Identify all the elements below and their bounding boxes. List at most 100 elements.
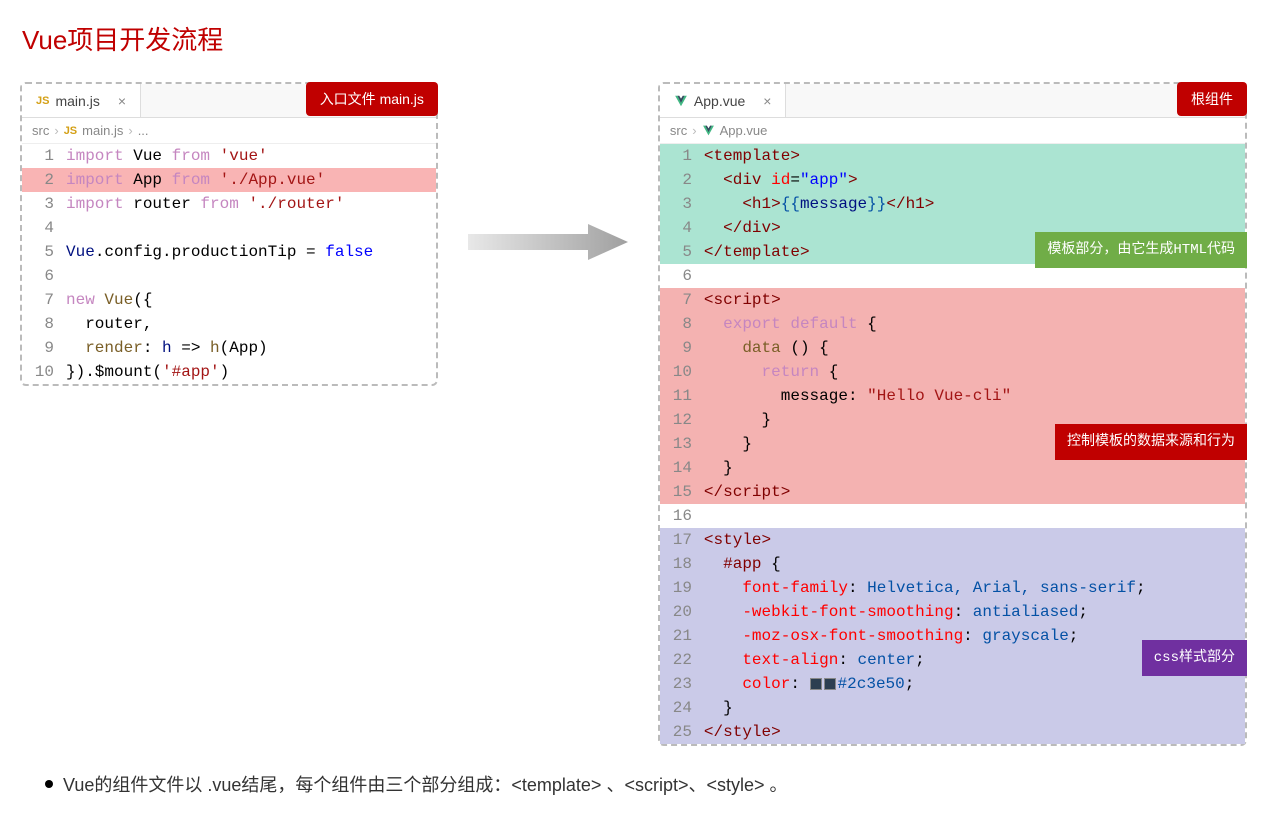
code-line: 1<template>: [660, 144, 1245, 168]
right-badge: 根组件: [1177, 82, 1247, 116]
code-line: 8 export default {: [660, 312, 1245, 336]
line-number: 25: [660, 720, 704, 744]
bullet-note: Vue的组件文件以 .vue结尾，每个组件由三个部分组成：<template> …: [20, 771, 1247, 797]
color-swatch-icon: [824, 678, 836, 690]
bc-item[interactable]: App.vue: [720, 123, 768, 138]
close-icon[interactable]: ×: [118, 93, 126, 109]
js-file-icon: JS: [36, 95, 49, 107]
line-number: 20: [660, 600, 704, 624]
bullet-text: Vue的组件文件以 .vue结尾，每个组件由三个部分组成：<template> …: [63, 771, 788, 797]
code-line: 19 font-family: Helvetica, Arial, sans-s…: [660, 576, 1245, 600]
line-content: message: "Hello Vue-cli": [704, 384, 1245, 408]
line-number: 9: [22, 336, 66, 360]
annotation-script: 控制模板的数据来源和行为: [1055, 424, 1247, 460]
code-line: 2 <div id="app">: [660, 168, 1245, 192]
tab-appvue[interactable]: App.vue ×: [660, 84, 787, 117]
tabbar: App.vue ×: [660, 84, 1245, 118]
code-line: 1import Vue from 'vue': [22, 144, 436, 168]
line-number: 17: [660, 528, 704, 552]
code-line: 5Vue.config.productionTip = false: [22, 240, 436, 264]
color-swatch-icon: [810, 678, 822, 690]
chevron-right-icon: ›: [54, 123, 58, 138]
code-area[interactable]: 模板部分，由它生成HTML代码 控制模板的数据来源和行为 css样式部分 1<t…: [660, 144, 1245, 744]
line-number: 8: [660, 312, 704, 336]
line-content: import Vue from 'vue': [66, 144, 436, 168]
line-number: 24: [660, 696, 704, 720]
line-number: 7: [660, 288, 704, 312]
close-icon[interactable]: ×: [763, 93, 771, 109]
line-number: 19: [660, 576, 704, 600]
line-number: 5: [660, 240, 704, 264]
code-line: 2import App from './App.vue': [22, 168, 436, 192]
breadcrumb: src › App.vue: [660, 118, 1245, 144]
line-number: 4: [660, 216, 704, 240]
line-content: import App from './App.vue': [66, 168, 436, 192]
line-number: 22: [660, 648, 704, 672]
line-content: router,: [66, 312, 436, 336]
arrow-icon: [468, 222, 628, 262]
page-title: Vue项目开发流程: [22, 20, 1247, 57]
line-number: 14: [660, 456, 704, 480]
line-content: data () {: [704, 336, 1245, 360]
line-content: <style>: [704, 528, 1245, 552]
tab-mainjs[interactable]: JS main.js ×: [22, 84, 141, 117]
line-number: 2: [22, 168, 66, 192]
vue-file-icon: [702, 124, 715, 137]
tab-label: App.vue: [694, 93, 745, 109]
line-content: return {: [704, 360, 1245, 384]
line-number: 4: [22, 216, 66, 240]
code-line: 8 router,: [22, 312, 436, 336]
line-number: 21: [660, 624, 704, 648]
line-number: 23: [660, 672, 704, 696]
line-number: 12: [660, 408, 704, 432]
code-line: 4: [22, 216, 436, 240]
line-number: 11: [660, 384, 704, 408]
line-content: Vue.config.productionTip = false: [66, 240, 436, 264]
line-number: 7: [22, 288, 66, 312]
line-number: 10: [22, 360, 66, 384]
line-number: 1: [660, 144, 704, 168]
line-number: 9: [660, 336, 704, 360]
code-line: 3 <h1>{{message}}</h1>: [660, 192, 1245, 216]
chevron-right-icon: ›: [128, 123, 132, 138]
code-line: 25</style>: [660, 720, 1245, 744]
line-content: [66, 264, 436, 288]
code-line: 16: [660, 504, 1245, 528]
left-editor: 入口文件 main.js JS main.js × src › JS main.…: [20, 82, 438, 386]
bc-item[interactable]: main.js: [82, 123, 123, 138]
code-line: 11 message: "Hello Vue-cli": [660, 384, 1245, 408]
bc-item: ...: [138, 123, 149, 138]
line-number: 10: [660, 360, 704, 384]
line-number: 3: [660, 192, 704, 216]
line-content: new Vue({: [66, 288, 436, 312]
code-line: 7new Vue({: [22, 288, 436, 312]
code-line: 9 render: h => h(App): [22, 336, 436, 360]
line-content: [704, 504, 1245, 528]
chevron-right-icon: ›: [692, 123, 696, 138]
code-line: 24 }: [660, 696, 1245, 720]
bullet-icon: [45, 780, 53, 788]
line-content: [66, 216, 436, 240]
code-line: 6: [22, 264, 436, 288]
line-content: render: h => h(App): [66, 336, 436, 360]
code-area[interactable]: 1import Vue from 'vue'2import App from '…: [22, 144, 436, 384]
line-number: 15: [660, 480, 704, 504]
line-number: 6: [22, 264, 66, 288]
line-content: font-family: Helvetica, Arial, sans-seri…: [704, 576, 1245, 600]
line-number: 6: [660, 264, 704, 288]
line-content: }).$mount('#app'): [66, 360, 436, 384]
code-line: 10}).$mount('#app'): [22, 360, 436, 384]
vue-file-icon: [674, 94, 688, 108]
code-line: 20 -webkit-font-smoothing: antialiased;: [660, 600, 1245, 624]
line-content: <div id="app">: [704, 168, 1245, 192]
bc-item[interactable]: src: [670, 123, 687, 138]
code-line: 15</script>: [660, 480, 1245, 504]
arrow: [468, 82, 628, 262]
code-line: 18 #app {: [660, 552, 1245, 576]
line-content: </script>: [704, 480, 1245, 504]
line-number: 1: [22, 144, 66, 168]
bc-item[interactable]: src: [32, 123, 49, 138]
code-line: 10 return {: [660, 360, 1245, 384]
line-content: </style>: [704, 720, 1245, 744]
line-content: export default {: [704, 312, 1245, 336]
